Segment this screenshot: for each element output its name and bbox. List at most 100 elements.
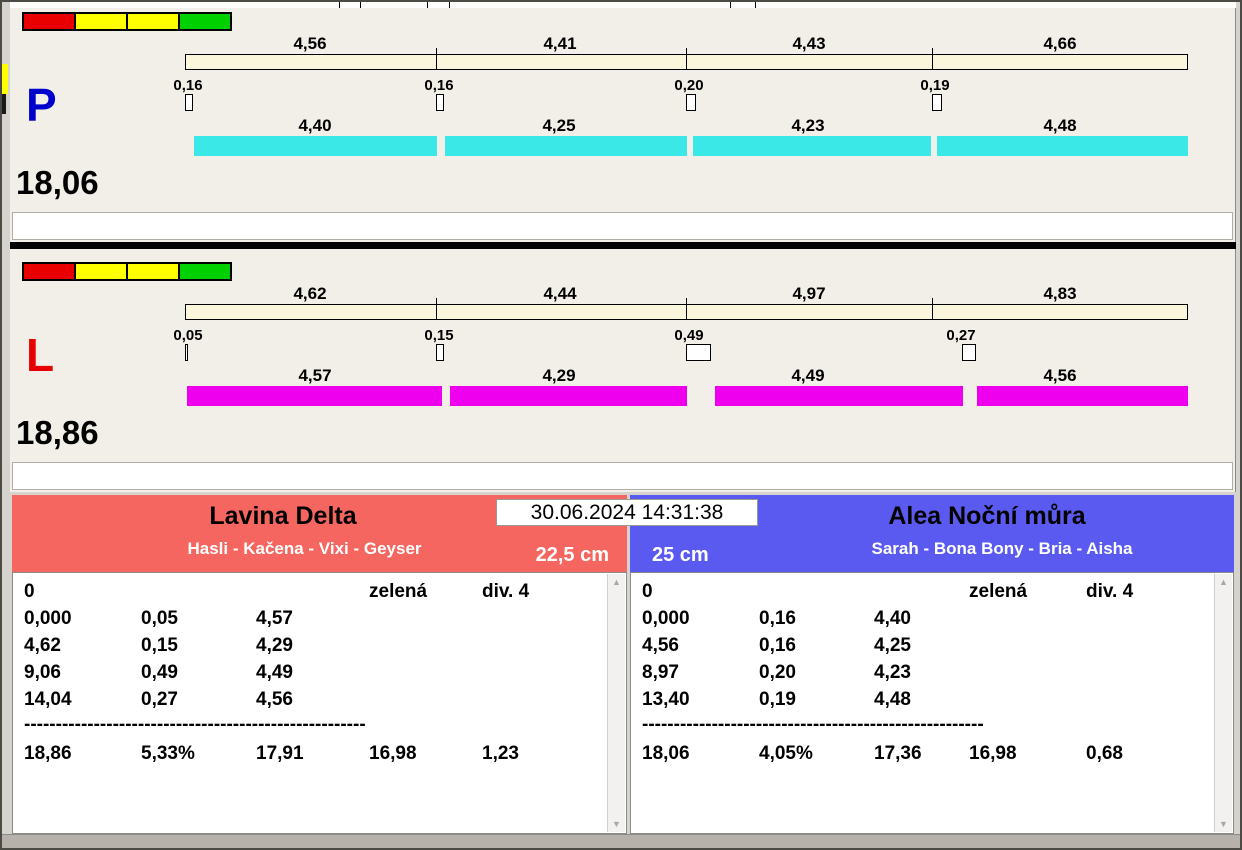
dog-time-bar	[194, 136, 437, 156]
result-cell: zelená	[969, 581, 1027, 603]
start-lights	[22, 262, 232, 281]
split-time: 4,41	[510, 34, 610, 54]
split-time: 4,43	[759, 34, 859, 54]
summary-value: 1,23	[482, 743, 519, 765]
result-cell: 0,15	[141, 635, 178, 657]
result-cell: 4,23	[874, 662, 911, 684]
dog-time-bar	[715, 386, 963, 406]
result-cell: 4,49	[256, 662, 293, 684]
result-cell: 0,16	[759, 635, 796, 657]
dog-time-bar	[977, 386, 1188, 406]
light-yellow1-icon	[74, 262, 128, 281]
light-green-icon	[178, 12, 232, 31]
results-section: Lavina Delta Hasli - Kačena - Vixi - Gey…	[10, 495, 1236, 834]
result-row: 4,62 0,15 4,29	[13, 635, 626, 662]
changeover-box	[185, 94, 193, 111]
result-cell: 0,000	[24, 608, 72, 630]
result-cell: 0,05	[141, 608, 178, 630]
result-cell: 4,56	[256, 689, 293, 711]
team-dogs: Hasli - Kačena - Vixi - Geyser	[12, 539, 597, 559]
result-cell: 8,97	[642, 662, 679, 684]
result-row: 14,04 0,27 4,56	[13, 689, 626, 716]
changeover-time: 0,15	[406, 327, 472, 344]
scroll-down-icon[interactable]: ▼	[608, 819, 625, 829]
lane-info-field[interactable]	[12, 212, 1233, 240]
dog-time: 4,23	[758, 116, 858, 136]
summary-total: 18,86	[24, 743, 72, 765]
scroll-down-icon[interactable]: ▼	[1215, 819, 1232, 829]
light-yellow2-icon	[126, 12, 180, 31]
lane-divider	[10, 242, 1236, 249]
result-cell: 0,27	[141, 689, 178, 711]
window-edge-artifact	[2, 94, 6, 114]
result-cell: 13,40	[642, 689, 690, 711]
team-panel-right: Alea Noční můra Sarah - Bona Bony - Bria…	[630, 495, 1234, 834]
changeover-box	[436, 344, 444, 361]
summary-value: 16,98	[969, 743, 1017, 765]
result-table: 0 zelená div. 4 0,000 0,05 4,57 4,62 0,1…	[12, 572, 627, 834]
dog-time: 4,29	[509, 366, 609, 386]
changeover-box	[686, 94, 696, 111]
result-cell: 0,19	[759, 689, 796, 711]
result-row: 9,06 0,49 4,49	[13, 662, 626, 689]
lane-label: L	[26, 332, 54, 378]
result-cell: 0,16	[759, 608, 796, 630]
result-cell: 14,04	[24, 689, 72, 711]
result-cell: 0,49	[141, 662, 178, 684]
result-row: 0,000 0,05 4,57	[13, 608, 626, 635]
table-scrollbar[interactable]: ▲ ▼	[607, 574, 625, 832]
team-name: Alea Noční můra	[740, 501, 1234, 531]
result-cell: 0,000	[642, 608, 690, 630]
result-cell: 4,62	[24, 635, 61, 657]
changeover-time: 0,49	[656, 327, 722, 344]
split-time: 4,44	[510, 284, 610, 304]
segment-tick	[686, 298, 687, 320]
scroll-up-icon[interactable]: ▲	[1215, 577, 1232, 587]
dog-time-bar	[693, 136, 931, 156]
result-summary-row: 18,06 4,05% 17,36 16,98 0,68	[631, 743, 1233, 770]
light-red-icon	[22, 12, 76, 31]
split-time: 4,83	[1010, 284, 1110, 304]
changeover-time: 0,19	[902, 77, 968, 94]
separator-line: ----------------------------------------…	[24, 714, 366, 736]
summary-value: 17,36	[874, 743, 922, 765]
result-summary-row: 18,86 5,33% 17,91 16,98 1,23	[13, 743, 626, 770]
result-row: 0,000 0,16 4,40	[631, 608, 1233, 635]
lane-info-field[interactable]	[12, 462, 1233, 490]
changeover-box	[185, 344, 188, 361]
dog-time: 4,40	[265, 116, 365, 136]
jump-height: 22,5 cm	[536, 544, 609, 567]
segment-tick	[932, 298, 933, 320]
team-name: Lavina Delta	[12, 501, 554, 531]
summary-total: 18,06	[642, 743, 690, 765]
result-cell: 4,57	[256, 608, 293, 630]
bottom-status-bar	[2, 834, 1242, 850]
segment-tick	[686, 48, 687, 70]
changeover-box	[932, 94, 942, 111]
split-time: 4,62	[260, 284, 360, 304]
split-time: 4,66	[1010, 34, 1110, 54]
changeover-time: 0,20	[656, 77, 722, 94]
result-cell: 4,56	[642, 635, 679, 657]
changeover-box	[962, 344, 976, 361]
result-cell: div. 4	[1086, 581, 1133, 603]
scroll-up-icon[interactable]: ▲	[608, 577, 625, 587]
changeover-time: 0,27	[928, 327, 994, 344]
lane-panel-l: L 4,62 4,44 4,97 4,83 0,05 0,15 0,49 0,2…	[10, 249, 1236, 492]
dog-time-bar	[450, 386, 687, 406]
dog-time-bar	[187, 386, 442, 406]
changeover-time: 0,16	[155, 77, 221, 94]
result-row: 0 zelená div. 4	[13, 581, 626, 608]
summary-value: 0,68	[1086, 743, 1123, 765]
split-time: 4,56	[260, 34, 360, 54]
lane-panel-p: P 4,56 4,41 4,43 4,66 0,16 0,16 0,20 0,1…	[10, 8, 1236, 242]
light-yellow1-icon	[74, 12, 128, 31]
result-table: 0 zelená div. 4 0,000 0,16 4,40 4,56 0,1…	[630, 572, 1234, 834]
result-cell: 4,25	[874, 635, 911, 657]
window-edge-artifact	[2, 64, 8, 94]
lane-label: P	[26, 82, 57, 128]
table-scrollbar[interactable]: ▲ ▼	[1214, 574, 1232, 832]
dog-time: 4,49	[758, 366, 858, 386]
summary-value: 17,91	[256, 743, 304, 765]
dog-time-bar	[937, 136, 1188, 156]
